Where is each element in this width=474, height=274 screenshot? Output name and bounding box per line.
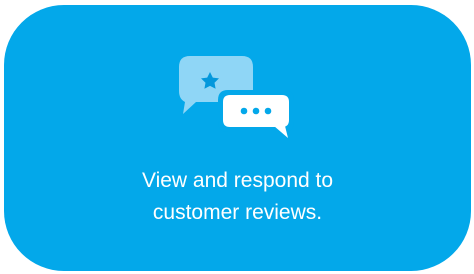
ellipsis-bubble-icon [217, 90, 294, 138]
card-message: View and respond to customer reviews. [88, 165, 388, 229]
message-line-1: View and respond to [141, 169, 334, 192]
chat-bubbles-review-icon [176, 53, 300, 139]
message-line-2: customer reviews. [152, 201, 323, 224]
reviews-promo-card[interactable]: View and respond to customer reviews. [4, 5, 471, 271]
